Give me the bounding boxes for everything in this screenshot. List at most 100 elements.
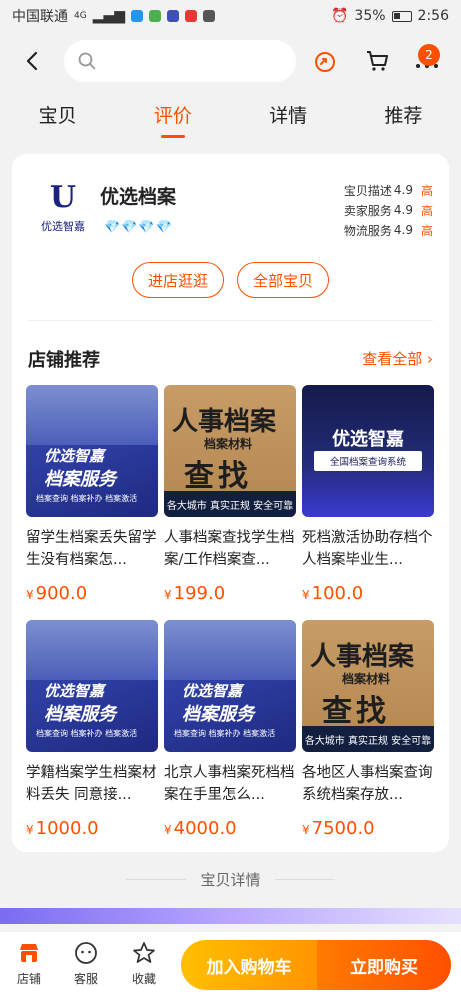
thumb-text: 优选智嘉	[44, 447, 105, 465]
thumb-text: 各大城市 真实正规 安全可靠	[302, 726, 434, 752]
signal-icon: ▂▄▆	[92, 8, 126, 24]
share-icon[interactable]	[313, 50, 337, 74]
back-icon[interactable]	[22, 50, 44, 72]
rating-level: 高	[420, 203, 433, 218]
product-price: ¥100.0	[302, 583, 364, 604]
app-icon	[149, 10, 162, 22]
product-card[interactable]: 人事档案 档案材料 查找 各大城市 真实正规 安全可靠 各地区人事档案查询系统档…	[302, 620, 434, 839]
search-icon	[78, 52, 96, 70]
app-icon	[167, 10, 180, 22]
product-image: 人事档案 档案材料 查找 各大城市 真实正规 安全可靠	[302, 620, 434, 752]
product-title: 人事档案查找学生档案/工作档案查...	[164, 530, 295, 568]
battery-percent: 35%	[354, 8, 386, 24]
thumb-text: 档案查询 档案补办 档案激活	[36, 729, 138, 738]
product-image: 优选智嘉 全国档案查询系统	[302, 385, 434, 517]
shop-ratings: 宝贝描述 4.9 高 卖家服务 4.9 高 物流服务 4.9 高	[303, 180, 433, 240]
product-card[interactable]: 优选智嘉 档案服务 档案查询 档案补办 档案激活 学籍档案学生档案材料丢失 同意…	[26, 620, 158, 839]
add-to-cart-button[interactable]: 加入购物车	[181, 940, 317, 990]
tab-details[interactable]: 详情	[259, 95, 317, 134]
top-nav: 2	[0, 34, 461, 88]
thumb-text: 档案材料	[204, 437, 253, 451]
rating-row: 宝贝描述 4.9 高	[303, 180, 433, 200]
customer-service-button[interactable]: 客服	[66, 940, 106, 987]
shop-logo-letter: U	[49, 180, 77, 215]
tab-recommend[interactable]: 推荐	[374, 95, 432, 134]
product-image: 优选智嘉 档案服务 档案查询 档案补办 档案激活	[164, 620, 296, 752]
thumb-text: 全国档案查询系统	[314, 451, 422, 471]
product-card[interactable]: 优选智嘉 全国档案查询系统 死档激活协助存档个人档案毕业生... ¥100.0	[302, 385, 434, 604]
product-image: 人事档案 档案材料 查找 各大城市 真实正规 安全可靠	[164, 385, 296, 517]
product-title: 学籍档案学生档案材料丢失 同意接...	[26, 765, 157, 803]
store-button[interactable]: 店铺	[9, 940, 49, 987]
favorite-button[interactable]: 收藏	[124, 940, 164, 987]
app-icon	[203, 10, 216, 22]
thumb-text: 各大城市 真实正规 安全可靠	[164, 491, 296, 517]
app-icon	[131, 10, 144, 22]
store-label: 店铺	[16, 972, 41, 986]
thumb-text: 人事档案	[172, 407, 277, 437]
network-label: 4G	[74, 11, 87, 21]
product-card[interactable]: 人事档案 档案材料 查找 各大城市 真实正规 安全可靠 人事档案查找学生档案/工…	[164, 385, 296, 604]
clock: 2:56	[417, 8, 449, 24]
rating-score: 4.9	[393, 183, 413, 197]
battery-icon	[391, 10, 412, 22]
tab-reviews[interactable]: 评价	[144, 95, 202, 134]
rating-level: 高	[420, 183, 433, 198]
thumb-text: 优选智嘉	[182, 682, 243, 700]
chat-icon	[75, 942, 97, 964]
product-price: ¥900.0	[26, 583, 88, 604]
thumb-text: 档案查询 档案补办 档案激活	[174, 729, 276, 738]
notification-badge: 2	[418, 44, 440, 66]
cart-icon[interactable]	[364, 48, 390, 74]
search-bar[interactable]	[64, 40, 296, 82]
tab-bar: 宝贝 评价 详情 推荐	[0, 92, 461, 136]
alarm-icon: ⏰	[330, 8, 349, 24]
thumb-text: 档案服务	[182, 704, 254, 725]
bottom-action-bar: 店铺 客服 收藏 加入购物车 立即购买	[0, 932, 461, 1000]
rating-row: 卖家服务 4.9 高	[303, 200, 433, 220]
view-all-link[interactable]: 查看全部 ›	[362, 348, 433, 369]
shop-name[interactable]: 优选档案	[100, 182, 176, 209]
tab-items[interactable]: 宝贝	[29, 95, 87, 134]
rating-label: 卖家服务	[343, 203, 392, 218]
divider	[28, 320, 433, 321]
star-icon	[133, 942, 155, 963]
chevron-right-icon: ›	[427, 350, 433, 368]
product-price: ¥7500.0	[302, 818, 375, 839]
product-card[interactable]: 优选智嘉 档案服务 档案查询 档案补办 档案激活 北京人事档案死档档案在手里怎么…	[164, 620, 296, 839]
shop-card: U 优选智嘉 优选档案 💎💎💎💎 宝贝描述 4.9 高 卖家服务 4.9 高 物…	[12, 154, 449, 852]
shop-logo-text: 优选智嘉	[41, 220, 85, 233]
section-title: 店铺推荐	[28, 350, 100, 371]
service-label: 客服	[73, 972, 98, 986]
enter-store-button[interactable]: 进店逛逛	[132, 262, 224, 298]
rating-label: 宝贝描述	[343, 183, 392, 198]
thumb-text: 档案材料	[342, 672, 391, 686]
product-price: ¥199.0	[164, 583, 226, 604]
product-title: 北京人事档案死档档案在手里怎么...	[164, 765, 295, 803]
rating-level: 高	[420, 223, 433, 238]
rating-label: 物流服务	[343, 223, 392, 238]
buy-now-button[interactable]: 立即购买	[317, 940, 451, 990]
all-items-button[interactable]: 全部宝贝	[237, 262, 329, 298]
thumb-text: 优选智嘉	[44, 682, 105, 700]
thumb-text: 档案服务	[44, 469, 116, 490]
details-separator-label: 宝贝详情	[200, 870, 261, 889]
product-title: 各地区人事档案查询系统档案存放...	[302, 765, 433, 803]
product-title: 死档激活协助存档个人档案毕业生...	[302, 530, 433, 568]
diamond-rating-icon: 💎💎💎💎	[104, 220, 173, 235]
store-icon	[20, 944, 38, 962]
thumb-text: 档案服务	[44, 704, 116, 725]
details-separator: 宝贝详情	[0, 862, 461, 896]
thumb-text: 查找	[322, 694, 390, 729]
search-input[interactable]	[104, 53, 284, 69]
rating-score: 4.9	[393, 203, 413, 217]
product-card[interactable]: 优选智嘉 档案服务 档案查询 档案补办 档案激活 留学生档案丢失留学生没有档案怎…	[26, 385, 158, 604]
status-bar: 中国联通 4G ▂▄▆ ⏰ 35% 2:56	[0, 0, 461, 32]
thumb-text: 档案查询 档案补办 档案激活	[36, 494, 138, 503]
details-banner	[0, 908, 461, 924]
rating-score: 4.9	[393, 223, 413, 237]
product-image: 优选智嘉 档案服务 档案查询 档案补办 档案激活	[26, 385, 158, 517]
shop-logo[interactable]: U 优选智嘉	[32, 182, 94, 238]
product-price: ¥1000.0	[26, 818, 99, 839]
view-all-label: 查看全部	[362, 350, 423, 368]
